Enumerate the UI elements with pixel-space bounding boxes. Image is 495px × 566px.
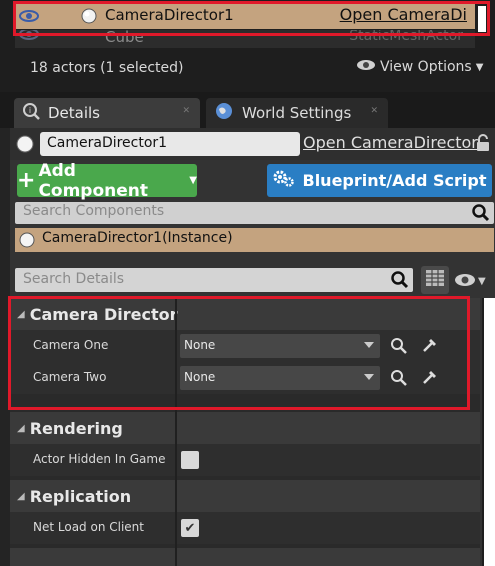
category-rendering[interactable]: ◢ Rendering [10, 412, 480, 444]
search-components-placeholder: Search Components [23, 203, 165, 219]
checkmark-icon: ✔ [184, 520, 196, 536]
collapse-triangle-icon: ◢ [17, 490, 25, 502]
actor-name-bar: CameraDirector1 Open CameraDirector [10, 128, 495, 160]
search-components-input[interactable]: Search Components [15, 202, 494, 224]
highlight-box-outliner [13, 1, 490, 36]
tab-details[interactable]: i Details ✕ [14, 98, 200, 128]
net-load-checkbox[interactable]: ✔ [181, 519, 199, 537]
globe-icon [214, 101, 234, 125]
add-component-button[interactable]: + Add Component ▼ [17, 161, 197, 201]
open-blueprint-link[interactable]: Open CameraDirector [303, 133, 478, 152]
category-replication[interactable]: ◢ Replication [10, 480, 480, 512]
property-label: Net Load on Client [33, 520, 144, 534]
actor-name-field[interactable]: CameraDirector1 [40, 132, 300, 156]
view-options-button[interactable]: View Options ▼ [356, 59, 483, 75]
add-component-label: Add Component [38, 160, 149, 201]
search-icon [472, 204, 490, 226]
tab-world-settings-label: World Settings [242, 104, 352, 122]
category-next[interactable] [10, 548, 480, 566]
actor-sphere-icon [16, 135, 34, 157]
category-title: Rendering [29, 418, 123, 438]
chevron-down-icon: ▼ [475, 61, 484, 73]
highlight-box-camera-director [8, 296, 470, 410]
property-row-net-load: Net Load on Client ✔ [10, 512, 480, 544]
tab-world-settings[interactable]: World Settings ✕ [206, 98, 388, 128]
collapse-triangle-icon: ◢ [17, 422, 25, 434]
close-icon[interactable]: ✕ [370, 106, 378, 116]
chevron-down-icon: ▼ [478, 276, 486, 287]
chevron-down-icon: ▼ [189, 175, 197, 186]
component-instance-label: CameraDirector1(Instance) [42, 230, 233, 246]
eye-icon [356, 59, 376, 75]
details-scrollbar[interactable] [482, 298, 495, 566]
search-details-input[interactable]: Search Details [15, 268, 413, 292]
lock-icon[interactable] [476, 134, 490, 156]
property-label: Actor Hidden In Game [33, 452, 166, 466]
category-title: Replication [29, 486, 132, 506]
plus-icon: + [17, 167, 36, 193]
tab-details-label: Details [48, 104, 101, 122]
gears-icon [273, 170, 295, 192]
search-details-placeholder: Search Details [23, 271, 125, 287]
blueprint-button-label: Blueprint/Add Script [302, 171, 487, 190]
blueprint-add-script-button[interactable]: Blueprint/Add Script [267, 164, 492, 197]
property-matrix-button[interactable] [421, 266, 449, 294]
info-icon: i [22, 102, 40, 124]
actor-sphere-icon [19, 232, 35, 252]
actor-count: 18 actors (1 selected) [30, 60, 184, 76]
svg-text:i: i [29, 106, 31, 115]
grid-icon [426, 270, 444, 290]
tab-bar: i Details ✕ World Settings ✕ [0, 92, 495, 128]
property-row-actor-hidden: Actor Hidden In Game [10, 444, 480, 476]
view-options-button[interactable]: ▼ [454, 272, 486, 291]
search-icon [391, 271, 409, 293]
actor-hidden-checkbox[interactable] [181, 451, 199, 469]
component-instance-row[interactable]: CameraDirector1(Instance) [15, 228, 494, 252]
close-icon[interactable]: ✕ [182, 106, 190, 116]
eye-icon [454, 272, 476, 291]
view-options-label: View Options [380, 59, 472, 75]
